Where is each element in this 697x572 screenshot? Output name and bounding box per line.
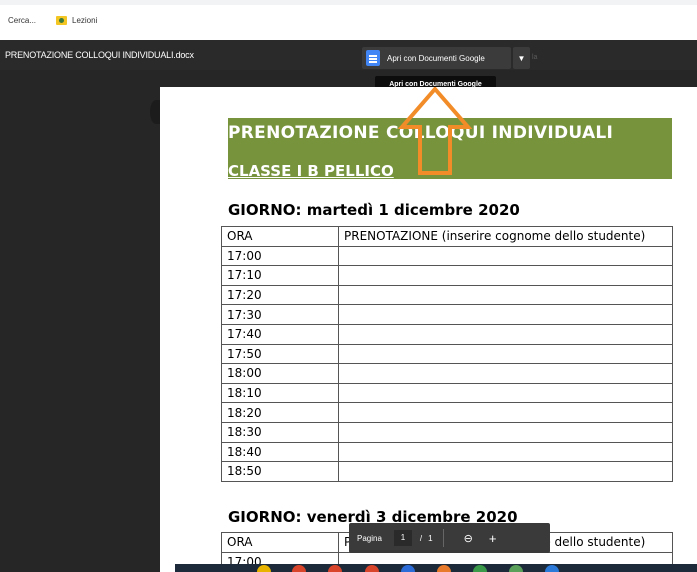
booking-cell[interactable] bbox=[338, 323, 673, 345]
classroom-icon bbox=[56, 16, 67, 25]
table-row: 17:00 bbox=[221, 245, 673, 267]
bookmark-lezioni-label: Lezioni bbox=[72, 16, 98, 25]
table-row: 17:20 bbox=[221, 284, 673, 306]
booking-cell[interactable] bbox=[338, 363, 673, 384]
open-with-google-docs-button[interactable]: Apri con Documenti Google bbox=[362, 47, 511, 69]
time-cell: 18:00 bbox=[221, 363, 339, 384]
day-heading-1: GIORNO: martedì 1 dicembre 2020 bbox=[228, 201, 520, 219]
booking-cell[interactable] bbox=[338, 343, 673, 365]
booking-cell[interactable] bbox=[338, 284, 673, 306]
toolbar-divider bbox=[442, 529, 444, 547]
bookmarks-bar: Cerca... Lezioni bbox=[0, 0, 697, 40]
booking-cell[interactable] bbox=[338, 382, 673, 404]
table-row: 17:40 bbox=[221, 323, 673, 345]
page-number-input[interactable]: 1 bbox=[393, 530, 412, 546]
chrome-icon[interactable] bbox=[328, 565, 342, 572]
schedule-table-1: ORA PRENOTAZIONE (inserire cognome dello … bbox=[221, 226, 673, 482]
page-label: Pagina bbox=[357, 533, 382, 543]
time-cell: 18:20 bbox=[221, 402, 339, 423]
table-row: 18:40 bbox=[221, 441, 673, 463]
zoom-out-icon: ⊖ bbox=[463, 532, 473, 545]
word-icon[interactable] bbox=[401, 565, 415, 572]
page-navigation-bar: Pagina 1 / 1 ⊖ + bbox=[349, 523, 550, 553]
chrome-icon[interactable] bbox=[365, 565, 379, 572]
table-row: 18:00 bbox=[221, 363, 673, 384]
booking-cell[interactable] bbox=[338, 461, 673, 482]
table-row: 18:30 bbox=[221, 421, 673, 443]
time-cell: 17:20 bbox=[221, 284, 339, 306]
taskbar bbox=[175, 564, 697, 572]
chrome-icon[interactable] bbox=[292, 565, 306, 572]
time-cell: 18:30 bbox=[221, 421, 339, 443]
page-separator: / bbox=[419, 533, 423, 543]
google-docs-icon bbox=[366, 50, 380, 66]
time-cell: 18:50 bbox=[221, 461, 339, 482]
document-page: PRENOTAZIONE COLLOQUI INDIVIDUALI CLASSE… bbox=[160, 87, 697, 572]
table-row: 18:20 bbox=[221, 402, 673, 423]
orange-arrow-annotation bbox=[398, 87, 472, 175]
caret-down-icon: ▼ bbox=[517, 53, 526, 63]
excel-icon[interactable] bbox=[473, 565, 487, 572]
bookmark-cerca[interactable]: Cerca... bbox=[8, 16, 36, 25]
table-row: 17:10 bbox=[221, 265, 673, 286]
column-header-ora: ORA bbox=[221, 226, 339, 247]
column-header-prenotazione: PRENOTAZIONE (inserire cognome dello stu… bbox=[338, 226, 673, 247]
booking-cell[interactable] bbox=[338, 304, 673, 325]
open-with-label: Apri con Documenti Google bbox=[387, 53, 485, 63]
folder-icon[interactable] bbox=[257, 565, 271, 572]
page-total: 1 bbox=[428, 533, 433, 543]
table-row: 18:10 bbox=[221, 382, 673, 404]
time-cell: 18:40 bbox=[221, 441, 339, 463]
time-cell: 18:10 bbox=[221, 382, 339, 404]
time-cell: 17:50 bbox=[221, 343, 339, 365]
booking-cell[interactable] bbox=[338, 245, 673, 267]
document-subtitle: CLASSE I B PELLICO bbox=[228, 162, 394, 180]
booking-cell[interactable] bbox=[338, 441, 673, 463]
table-row: 17:50 bbox=[221, 343, 673, 365]
zoom-out-button[interactable]: ⊖ bbox=[464, 532, 473, 545]
table-row: 18:50 bbox=[221, 461, 673, 482]
booking-cell[interactable] bbox=[338, 421, 673, 443]
column-header-ora: ORA bbox=[221, 532, 339, 553]
zoom-in-button[interactable]: + bbox=[489, 531, 497, 546]
table-row: 17:30 bbox=[221, 304, 673, 325]
document-viewer: PRENOTAZIONE COLLOQUI INDIVIDUALI.docx A… bbox=[0, 40, 697, 572]
time-cell: 17:00 bbox=[221, 245, 339, 267]
file-name: PRENOTAZIONE COLLOQUI INDIVIDUALI.docx bbox=[5, 50, 194, 60]
time-cell: 17:10 bbox=[221, 265, 339, 286]
table-header-row: ORAPRENOTAZIONE (inserire cognome dello … bbox=[221, 226, 673, 247]
time-cell: 17:30 bbox=[221, 304, 339, 325]
edge-icon[interactable] bbox=[545, 565, 559, 572]
bookmark-lezioni[interactable]: Lezioni bbox=[56, 16, 97, 25]
obscured-text: la bbox=[532, 54, 538, 61]
open-with-dropdown-button[interactable]: ▼ bbox=[513, 47, 530, 69]
time-cell: 17:40 bbox=[221, 323, 339, 345]
booking-cell[interactable] bbox=[338, 402, 673, 423]
powerpoint-icon[interactable] bbox=[437, 565, 451, 572]
booking-cell[interactable] bbox=[338, 265, 673, 286]
app-icon[interactable] bbox=[509, 565, 523, 572]
viewer-toolbar: PRENOTAZIONE COLLOQUI INDIVIDUALI.docx A… bbox=[0, 40, 697, 70]
